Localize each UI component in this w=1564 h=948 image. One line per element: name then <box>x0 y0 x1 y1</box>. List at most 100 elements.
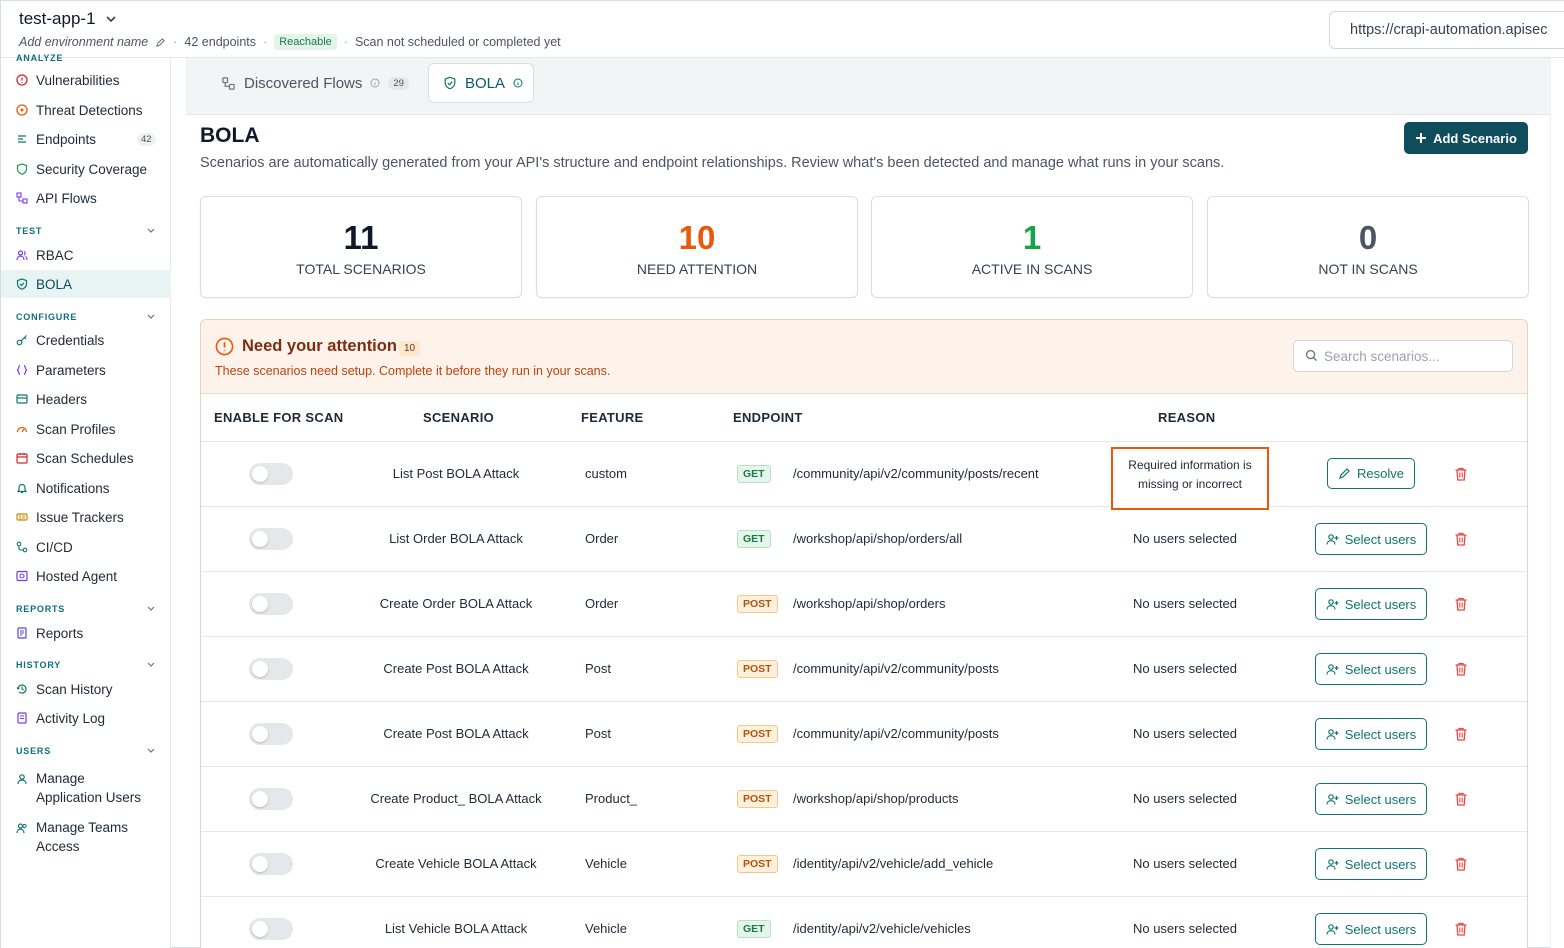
attention-header: Need your attention 10 These scenarios n… <box>201 320 1527 394</box>
sidebar-item-activity-log[interactable]: Activity Log <box>1 704 171 732</box>
pencil-icon <box>1339 468 1350 479</box>
sidebar-item-parameters[interactable]: Parameters <box>1 356 171 384</box>
trash-icon[interactable] <box>1453 791 1469 807</box>
sidebar-item-label: Parameters <box>36 362 106 378</box>
table-row: Create Post BOLA Attack Post POST/communit… <box>201 702 1527 767</box>
tab-bola[interactable]: BOLA <box>428 63 534 103</box>
chevron-down-icon[interactable] <box>146 659 156 669</box>
column-header: ENABLE FOR SCAN <box>214 410 344 425</box>
sidebar-item-scan-profiles[interactable]: Scan Profiles <box>1 415 171 443</box>
trash-icon[interactable] <box>1453 596 1469 612</box>
chevron-down-icon[interactable] <box>146 311 156 321</box>
trash-icon[interactable] <box>1453 726 1469 742</box>
sidebar-item-bola[interactable]: BOLA <box>1 270 171 298</box>
sidebar-item-label: Issue Trackers <box>36 509 124 525</box>
sidebar-item-rbac[interactable]: RBAC <box>1 241 171 269</box>
http-method-badge: GET <box>737 530 771 548</box>
add-scenario-button[interactable]: Add Scenario <box>1404 122 1528 154</box>
sidebar-item-label: Credentials <box>36 332 105 348</box>
report-icon <box>17 627 27 639</box>
sidebar-item-vulnerabilities[interactable]: Vulnerabilities <box>1 66 171 94</box>
app-window: test-app-1 Add environment name · 42 end… <box>0 0 1564 948</box>
pencil-icon[interactable] <box>155 37 166 48</box>
table-row: Create Order BOLA Attack Order POST/worksh… <box>201 572 1527 637</box>
separator: · <box>173 35 178 49</box>
endpoint-path: /identity/api/v2/vehicle/add_vehicle <box>793 856 994 871</box>
headers-icon <box>16 394 28 404</box>
column-header: SCENARIO <box>423 410 495 425</box>
feature-name: custom <box>585 466 627 481</box>
trash-icon[interactable] <box>1453 921 1469 937</box>
chevron-down-icon[interactable] <box>146 745 156 755</box>
sidebar-item-reports[interactable]: Reports <box>1 619 171 647</box>
user-icon <box>17 774 27 785</box>
column-header: REASON <box>1158 410 1216 425</box>
select-users-button[interactable]: Select users <box>1315 588 1427 620</box>
sidebar-item-scan-schedules[interactable]: Scan Schedules <box>1 444 171 472</box>
calendar-icon <box>16 453 28 464</box>
select-users-button[interactable]: Select users <box>1315 653 1427 685</box>
select-users-label: Select users <box>1344 596 1417 612</box>
app-selector[interactable]: test-app-1 <box>19 9 118 29</box>
sidebar: ANALYZE Vulnerabilities Threat Detections E… <box>1 53 171 948</box>
trash-icon[interactable] <box>1453 531 1469 547</box>
http-method-badge: POST <box>737 595 778 613</box>
sidebar-item-label: Manage Teams Access <box>36 820 129 854</box>
reason-text: No users selected <box>1132 661 1238 676</box>
sidebar-item-api-flows[interactable]: API Flows <box>1 184 171 212</box>
target-url-field[interactable]: https://crapi-automation.apisec <box>1329 11 1564 49</box>
stat-not-in-scans: 0 NOT IN SCANS <box>1207 196 1529 298</box>
select-users-button[interactable]: Select users <box>1315 718 1427 750</box>
environment-name[interactable]: Add environment name <box>19 35 148 49</box>
chevron-down-icon[interactable] <box>146 225 156 235</box>
sidebar-item-threat-detections[interactable]: Threat Detections <box>1 96 171 124</box>
select-users-button[interactable]: Select users <box>1315 783 1427 815</box>
tab-discovered-flows[interactable]: Discovered Flows 29 <box>221 63 409 103</box>
sidebar-item-credentials[interactable]: Credentials <box>1 326 171 354</box>
sidebar-item-headers[interactable]: Headers <box>1 385 171 413</box>
stat-value: 0 <box>1358 219 1378 256</box>
tab-bar: Discovered Flows 29 BOLA <box>186 58 1550 115</box>
http-method-badge: POST <box>737 660 778 678</box>
sidebar-item-scan-history[interactable]: Scan History <box>1 675 171 703</box>
sidebar-item-manage-application-users[interactable]: Manage Application Users <box>1 766 171 808</box>
stat-active-in-scans: 1 ACTIVE IN SCANS <box>871 196 1193 298</box>
scrollbar[interactable] <box>1550 58 1564 948</box>
sidebar-item-manage-teams-access[interactable]: Manage Teams Access <box>1 815 171 857</box>
sidebar-item-label: CI/CD <box>36 539 73 555</box>
sidebar-item-label: Activity Log <box>36 710 106 726</box>
trash-icon[interactable] <box>1453 661 1469 677</box>
info-icon <box>513 78 523 88</box>
select-users-label: Select users <box>1344 661 1417 677</box>
table-row: List Vehicle BOLA Attack Vehicle GET/ident… <box>201 897 1527 948</box>
resolve-button[interactable]: Resolve <box>1327 458 1415 489</box>
shield-check-icon <box>16 278 28 290</box>
main-content: Discovered Flows 29 BOLA BOLA Scenarios … <box>186 58 1550 948</box>
trash-icon[interactable] <box>1453 466 1469 482</box>
sidebar-item-issue-trackers[interactable]: Issue Trackers <box>1 503 171 531</box>
select-users-button[interactable]: Select users <box>1315 848 1427 880</box>
flow-icon <box>16 192 28 204</box>
select-users-button[interactable]: Select users <box>1315 913 1427 945</box>
sidebar-item-endpoints[interactable]: Endpoints 42 <box>1 125 171 153</box>
trash-icon[interactable] <box>1453 856 1469 872</box>
sidebar-item-notifications[interactable]: Notifications <box>1 474 171 502</box>
sidebar-item-ci-cd[interactable]: CI/CD <box>1 533 171 561</box>
feature-name: Vehicle <box>585 856 627 871</box>
sidebar-item-security-coverage[interactable]: Security Coverage <box>1 155 171 183</box>
chevron-down-icon[interactable] <box>146 603 156 613</box>
stat-value: 11 <box>343 219 379 256</box>
endpoint-path: /identity/api/v2/vehicle/vehicles <box>793 921 971 936</box>
status-badge: Reachable <box>274 34 337 50</box>
user-plus-icon <box>1326 598 1339 610</box>
search-input[interactable] <box>1293 340 1513 372</box>
sidebar-item-label: Manage Application Users <box>36 771 142 805</box>
endpoint-path: /community/api/v2/community/posts <box>793 661 999 676</box>
sidebar-item-hosted-agent[interactable]: Hosted Agent <box>1 562 171 590</box>
stat-label: ACTIVE IN SCANS <box>971 261 1093 277</box>
sidebar-item-label: Scan History <box>36 681 113 697</box>
endpoints-icon <box>18 135 26 143</box>
sidebar-item-label: BOLA <box>36 276 73 292</box>
warning-circle-icon <box>215 337 234 356</box>
select-users-button[interactable]: Select users <box>1315 523 1427 555</box>
